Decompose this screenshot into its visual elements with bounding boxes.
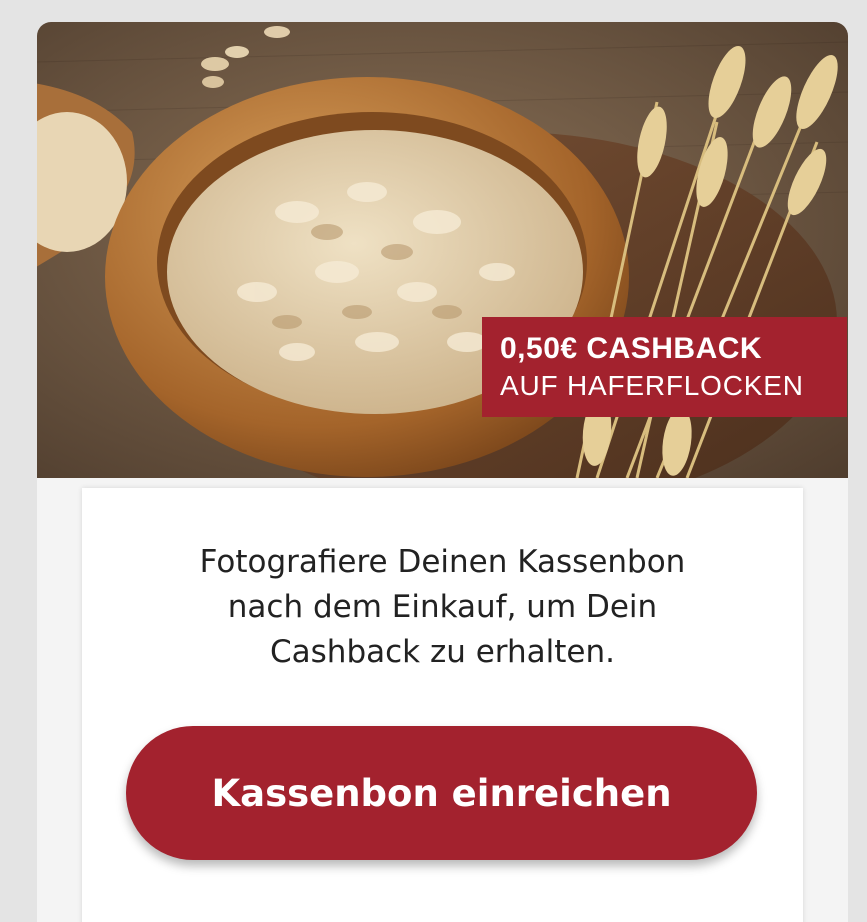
- hero-image: 0,50€ CASHBACK AUF HAFERFLOCKEN: [37, 22, 848, 478]
- cashback-offer-card: 0,50€ CASHBACK AUF HAFERFLOCKEN Fotograf…: [37, 22, 848, 922]
- cashback-badge: 0,50€ CASHBACK AUF HAFERFLOCKEN: [482, 317, 847, 417]
- cashback-amount: 0,50€ CASHBACK: [500, 332, 763, 365]
- cashback-product: AUF HAFERFLOCKEN: [500, 370, 804, 401]
- submit-receipt-button[interactable]: Kassenbon einreichen: [126, 726, 757, 860]
- instructions-line: Fotografiere Deinen Kassenbon: [199, 544, 686, 580]
- instructions-line: nach dem Einkauf, um Dein: [227, 589, 658, 625]
- instructions-line: Cashback zu erhalten.: [270, 634, 615, 670]
- instructions-panel: Fotografiere Deinen Kassenbon nach dem E…: [82, 488, 803, 922]
- instructions-text: Fotografiere Deinen Kassenbon nach dem E…: [82, 540, 803, 675]
